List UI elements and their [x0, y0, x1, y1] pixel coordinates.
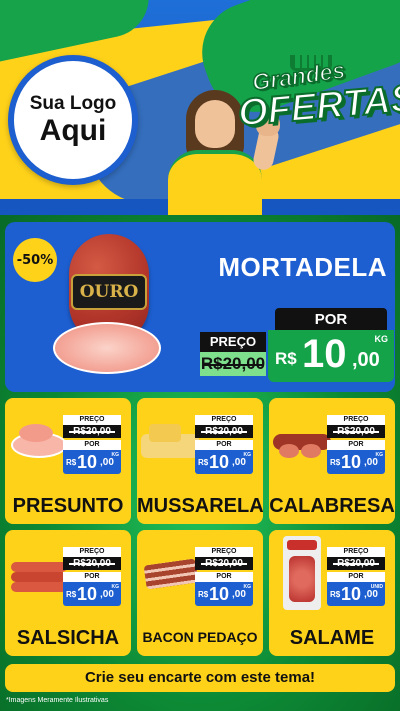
discount-badge: -50% [13, 238, 57, 282]
featured-product-card[interactable]: -50% OURO MORTADELA POR PREÇO R$20,00 R$… [5, 222, 395, 392]
salame-image [283, 536, 321, 610]
salsicha-image [9, 552, 69, 596]
featured-new-price: R$ 10 ,00 KG [268, 330, 394, 382]
price-block: PREÇO R$20,00 POR R$ 10 ,00 KG [327, 415, 385, 474]
brand-label: OURO [71, 274, 147, 310]
product-name: SALAME [289, 627, 375, 649]
product-card-calabresa[interactable]: PREÇO R$20,00 POR R$ 10 ,00 KG CALABRESA [269, 398, 395, 524]
featured-old-price: R$20,00 [200, 352, 266, 376]
disclaimer-text: *Imagens Meramente Ilustrativas [6, 697, 109, 704]
price-block: PREÇO R$20,00 POR R$ 10 ,00 KG [63, 415, 121, 474]
logo-line2: Aqui [39, 114, 107, 148]
product-card-salame[interactable]: PREÇO R$20,00 POR R$ 10 ,00 UNID SALAME [269, 530, 395, 656]
bacon-image [141, 552, 201, 596]
product-name: CALABRESA [269, 495, 395, 517]
product-card-salsicha[interactable]: PREÇO R$20,00 POR R$ 10 ,00 KG SALSICHA [5, 530, 131, 656]
product-name: SALSICHA [16, 627, 120, 649]
create-flyer-button[interactable]: Crie seu encarte com este tema! [5, 664, 395, 692]
offers-area: -50% OURO MORTADELA POR PREÇO R$20,00 R$… [0, 215, 400, 711]
price-block: PREÇO R$20,00 POR R$ 10 ,00 KG [195, 415, 253, 474]
featured-product-name: MORTADELA [218, 252, 387, 282]
header-banner: Sua Logo Aqui Grandes OFERTAS [0, 0, 400, 215]
product-name: PRESUNTO [12, 495, 124, 517]
product-name: BACON PEDAÇO [142, 629, 258, 645]
featured-preco-label: PREÇO [200, 332, 266, 352]
product-card-bacon[interactable]: PREÇO R$20,00 POR R$ 10 ,00 KG BACON PED… [137, 530, 263, 656]
presunto-image [9, 420, 69, 464]
grandes-ofertas-badge: Grandes OFERTAS [235, 55, 400, 136]
featured-por-label: POR [275, 308, 387, 331]
mortadela-image: OURO [53, 234, 163, 384]
logo-line1: Sua Logo [29, 93, 117, 115]
product-card-mussarela[interactable]: PREÇO R$20,00 POR R$ 10 ,00 KG MUSSARELA [137, 398, 263, 524]
product-name: MUSSARELA [137, 495, 263, 517]
price-block: PREÇO R$20,00 POR R$ 10 ,00 KG [195, 547, 253, 606]
price-block: PREÇO R$20,00 POR R$ 10 ,00 UNID [327, 547, 385, 606]
logo-placeholder[interactable]: Sua Logo Aqui [8, 55, 138, 185]
calabresa-image [273, 420, 333, 464]
price-block: PREÇO R$20,00 POR R$ 10 ,00 KG [63, 547, 121, 606]
product-card-presunto[interactable]: PREÇO R$20,00 POR R$ 10 ,00 KG PRESUNTO [5, 398, 131, 524]
mussarela-image [141, 420, 201, 464]
